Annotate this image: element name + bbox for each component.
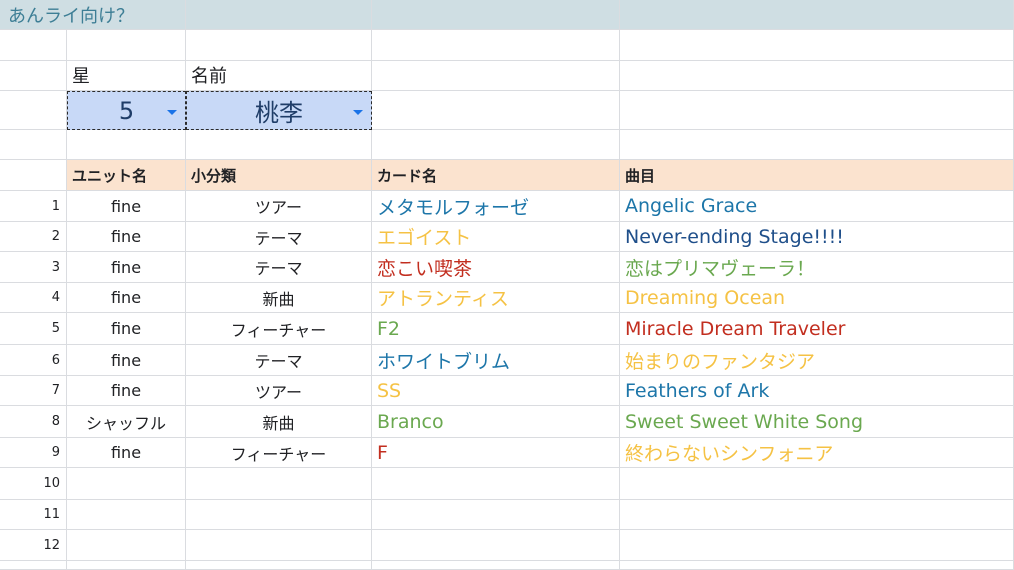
empty-cell[interactable] (620, 468, 1014, 500)
title-row-cell[interactable] (372, 0, 620, 30)
empty-cell[interactable] (0, 160, 67, 191)
card-name-cell[interactable]: アトランティス (372, 283, 620, 313)
name-dropdown-value: 桃李 (255, 99, 303, 127)
song-cell[interactable]: 終わらないシンフォニア (620, 438, 1014, 468)
empty-cell[interactable] (372, 130, 620, 160)
card-name-cell[interactable]: エゴイスト (372, 222, 620, 252)
song-cell[interactable]: Feathers of Ark (620, 376, 1014, 406)
row-number[interactable]: 10 (0, 468, 67, 500)
unit-cell[interactable]: fine (67, 313, 186, 345)
empty-cell[interactable] (186, 530, 372, 561)
row-number[interactable]: 7 (0, 376, 67, 406)
empty-cell[interactable] (620, 500, 1014, 530)
card-name-cell[interactable]: 恋こい喫茶 (372, 252, 620, 283)
empty-cell[interactable] (186, 30, 372, 61)
category-cell[interactable]: 新曲 (186, 283, 372, 313)
empty-cell[interactable] (67, 30, 186, 61)
row-number[interactable]: 9 (0, 438, 67, 468)
card-name-cell[interactable]: SS (372, 376, 620, 406)
card-name-cell[interactable]: F (372, 438, 620, 468)
category-cell[interactable]: 新曲 (186, 406, 372, 438)
empty-cell[interactable] (67, 500, 186, 530)
empty-cell[interactable] (0, 61, 67, 91)
empty-cell[interactable] (372, 530, 620, 561)
empty-cell[interactable] (620, 530, 1014, 561)
unit-cell[interactable]: シャッフル (67, 406, 186, 438)
empty-cell[interactable] (620, 30, 1014, 61)
empty-cell[interactable] (186, 500, 372, 530)
title-row-cell[interactable] (620, 0, 1014, 30)
card-name-cell[interactable]: F2 (372, 313, 620, 345)
unit-cell[interactable]: fine (67, 283, 186, 313)
row-number[interactable]: 4 (0, 283, 67, 313)
category-cell[interactable]: ツアー (186, 191, 372, 222)
chevron-down-icon[interactable] (353, 109, 363, 115)
empty-cell[interactable] (67, 130, 186, 160)
card-name-cell[interactable]: メタモルフォーゼ (372, 191, 620, 222)
unit-cell[interactable]: fine (67, 252, 186, 283)
row-number[interactable]: 3 (0, 252, 67, 283)
empty-cell[interactable] (372, 500, 620, 530)
unit-cell[interactable]: fine (67, 438, 186, 468)
empty-cell[interactable] (67, 530, 186, 561)
empty-cell[interactable] (0, 130, 67, 160)
card-name-cell[interactable]: Branco (372, 406, 620, 438)
empty-cell[interactable] (67, 561, 186, 570)
category-cell[interactable]: ツアー (186, 376, 372, 406)
spreadsheet-grid: あんライ向け？ 星 名前 5 桃李 ユニット名 小分類 カード名 曲目 1 fin… (0, 0, 1014, 570)
row-number[interactable]: 12 (0, 530, 67, 561)
unit-cell[interactable]: fine (67, 222, 186, 252)
song-cell[interactable]: Miracle Dream Traveler (620, 313, 1014, 345)
row-number[interactable]: 1 (0, 191, 67, 222)
empty-cell[interactable] (372, 61, 620, 91)
empty-cell[interactable] (372, 91, 620, 130)
empty-cell[interactable] (186, 130, 372, 160)
star-filter-label: 星 (67, 61, 186, 91)
category-cell[interactable]: テーマ (186, 345, 372, 376)
empty-cell[interactable] (0, 91, 67, 130)
unit-cell[interactable]: fine (67, 345, 186, 376)
empty-cell[interactable] (0, 561, 67, 570)
empty-cell[interactable] (620, 130, 1014, 160)
empty-cell[interactable] (620, 91, 1014, 130)
title-row-cell[interactable] (186, 0, 372, 30)
empty-cell[interactable] (186, 468, 372, 500)
empty-cell[interactable] (372, 561, 620, 570)
song-cell[interactable]: 恋はプリマヴェーラ！ (620, 252, 1014, 283)
empty-cell[interactable] (67, 468, 186, 500)
song-cell[interactable]: 始まりのファンタジア (620, 345, 1014, 376)
song-cell[interactable]: Sweet Sweet White Song (620, 406, 1014, 438)
empty-cell[interactable] (372, 468, 620, 500)
row-number[interactable]: 6 (0, 345, 67, 376)
sheet-title: あんライ向け？ (0, 0, 186, 30)
empty-cell[interactable] (0, 30, 67, 61)
card-name-cell[interactable]: ホワイトブリム (372, 345, 620, 376)
song-cell[interactable]: Never-ending Stage!!!! (620, 222, 1014, 252)
song-cell[interactable]: Angelic Grace (620, 191, 1014, 222)
row-number[interactable]: 8 (0, 406, 67, 438)
category-cell[interactable]: フィーチャー (186, 313, 372, 345)
song-cell[interactable]: Dreaming Ocean (620, 283, 1014, 313)
category-cell[interactable]: フィーチャー (186, 438, 372, 468)
star-dropdown[interactable]: 5 (67, 91, 186, 130)
empty-cell[interactable] (186, 561, 372, 570)
header-unit-name[interactable]: ユニット名 (67, 160, 186, 191)
header-card-name[interactable]: カード名 (372, 160, 620, 191)
header-song[interactable]: 曲目 (620, 160, 1014, 191)
row-number[interactable]: 5 (0, 313, 67, 345)
row-number[interactable]: 2 (0, 222, 67, 252)
star-dropdown-value: 5 (118, 96, 135, 125)
category-cell[interactable]: テーマ (186, 222, 372, 252)
empty-cell[interactable] (620, 61, 1014, 91)
name-dropdown[interactable]: 桃李 (186, 91, 372, 130)
unit-cell[interactable]: fine (67, 376, 186, 406)
unit-cell[interactable]: fine (67, 191, 186, 222)
empty-cell[interactable] (372, 30, 620, 61)
header-category[interactable]: 小分類 (186, 160, 372, 191)
name-filter-label: 名前 (186, 61, 372, 91)
category-cell[interactable]: テーマ (186, 252, 372, 283)
empty-cell[interactable] (620, 561, 1014, 570)
row-number[interactable]: 11 (0, 500, 67, 530)
chevron-down-icon[interactable] (167, 109, 177, 115)
